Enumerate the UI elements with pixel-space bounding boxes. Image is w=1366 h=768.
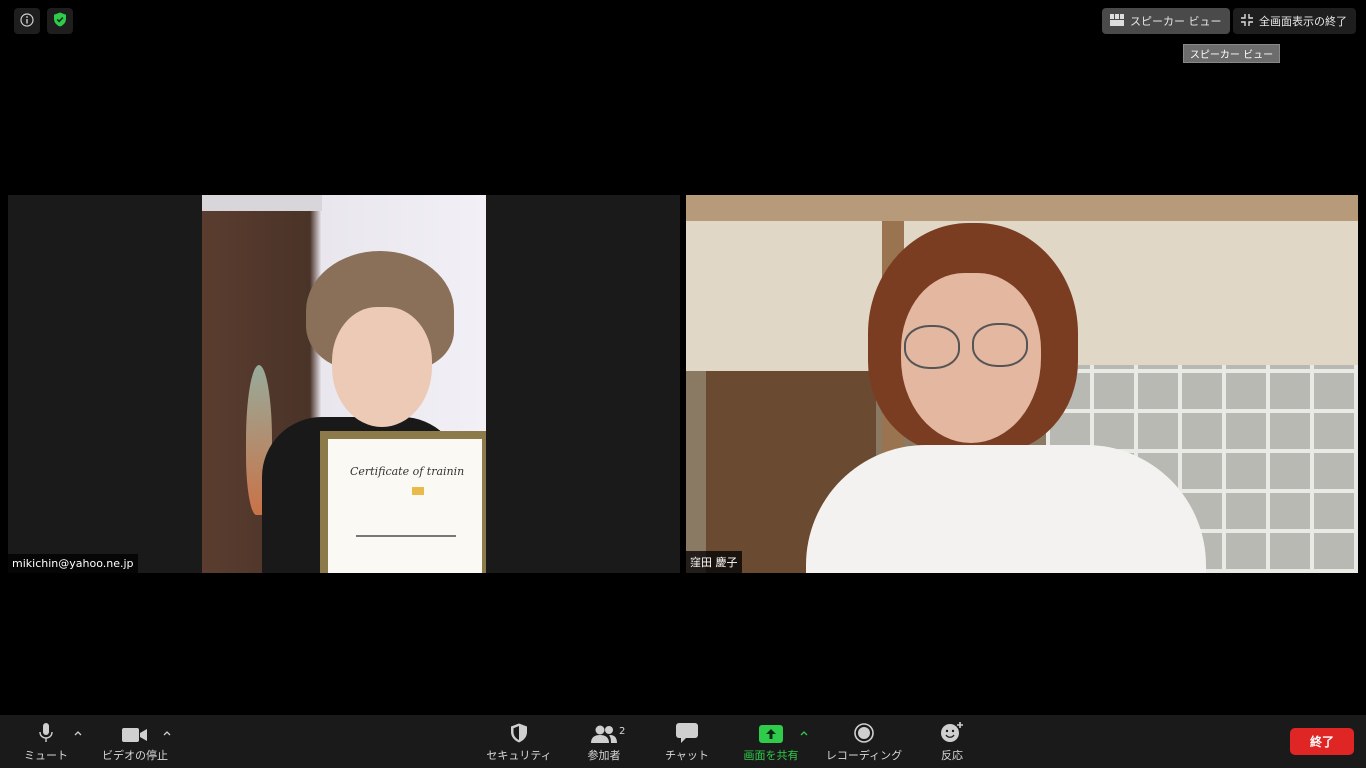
stop-video-button[interactable]: ビデオの停止 (100, 715, 170, 768)
security-button[interactable]: セキュリティ (484, 715, 554, 768)
gallery-grid-icon (1110, 13, 1124, 29)
mute-button[interactable]: ミュート (20, 715, 72, 768)
certificate-frame: Certificate of trainin (320, 431, 486, 573)
exit-fullscreen-label: 全画面表示の終了 (1259, 15, 1347, 28)
chat-button[interactable]: チャット (660, 715, 714, 768)
meeting-toolbar: ミュート ビデオの停止 セキュリティ 参加者 2 チャット 画面を共有 レコーデ… (0, 715, 1366, 768)
participant-video-tile[interactable]: Certificate of trainin mikichin@yahoo.ne… (8, 195, 680, 573)
shield-check-icon (53, 12, 67, 31)
participant-video-feed: Certificate of trainin (202, 195, 486, 573)
participants-button[interactable]: 参加者 (582, 715, 626, 768)
share-screen-label: 画面を共有 (743, 748, 799, 762)
microphone-icon (39, 721, 53, 743)
mute-label: ミュート (24, 748, 68, 762)
audio-options-caret[interactable] (72, 727, 84, 739)
speaker-view-button[interactable]: スピーカー ビュー (1102, 8, 1230, 34)
info-icon (20, 12, 34, 31)
video-options-caret[interactable] (161, 727, 173, 739)
participants-label: 参加者 (587, 748, 621, 762)
encryption-status-button[interactable] (47, 8, 73, 34)
stop-video-label: ビデオの停止 (102, 748, 168, 762)
participant-name-tag: mikichin@yahoo.ne.jp (8, 554, 138, 573)
record-button[interactable]: レコーディング (822, 715, 906, 768)
end-meeting-button[interactable]: 終了 (1290, 728, 1354, 755)
participant-count: 2 (619, 726, 626, 737)
speaker-view-tooltip: スピーカー ビュー (1183, 44, 1280, 63)
emoji-add-icon (940, 721, 964, 743)
exit-fullscreen-button[interactable]: 全画面表示の終了 (1233, 8, 1356, 34)
participant-video-tile[interactable]: 窪田 慶子 (686, 195, 1358, 573)
chat-bubble-icon (676, 721, 698, 743)
shield-icon (510, 721, 528, 743)
participants-icon (591, 721, 617, 743)
security-label: セキュリティ (486, 748, 552, 762)
certificate-title: Certificate of trainin (350, 465, 465, 478)
meeting-info-button[interactable] (14, 8, 40, 34)
record-label: レコーディング (825, 748, 903, 762)
share-screen-icon (759, 721, 783, 743)
reactions-label: 反応 (941, 748, 963, 762)
video-camera-icon (122, 721, 148, 743)
participant-name-tag: 窪田 慶子 (686, 551, 742, 573)
exit-fullscreen-icon (1241, 13, 1253, 29)
share-options-caret[interactable] (798, 727, 810, 739)
share-screen-button[interactable]: 画面を共有 (740, 715, 802, 768)
chat-label: チャット (665, 748, 709, 762)
record-icon (854, 721, 874, 743)
speaker-view-label: スピーカー ビュー (1130, 15, 1222, 28)
reactions-button[interactable]: 反応 (932, 715, 972, 768)
